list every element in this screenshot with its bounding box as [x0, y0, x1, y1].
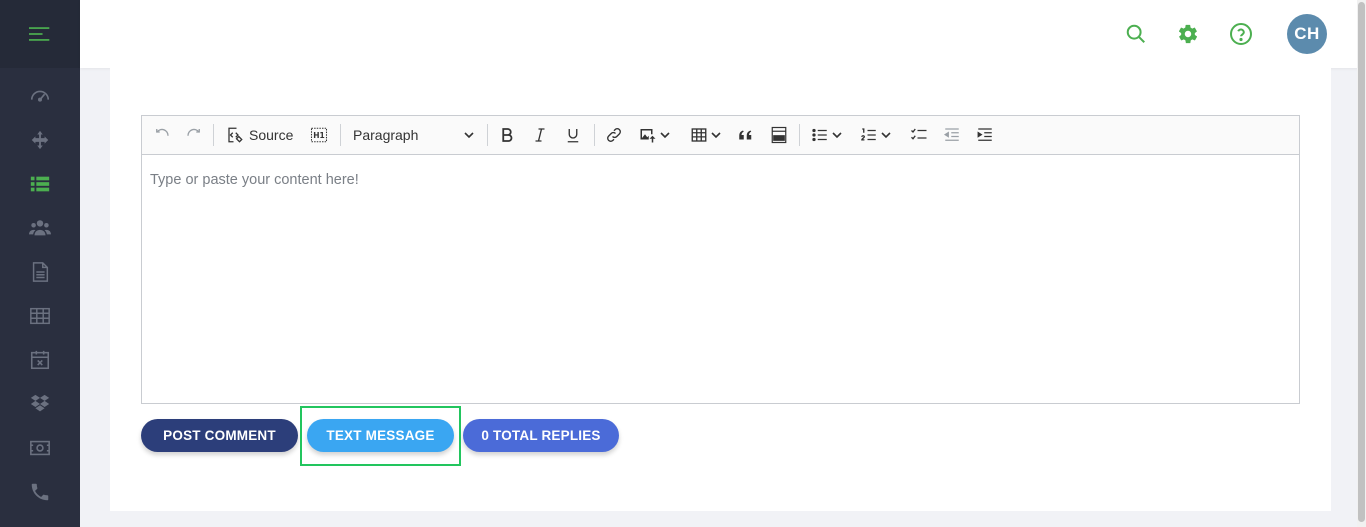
numbered-list-button[interactable] — [856, 123, 896, 147]
editor-placeholder: Type or paste your content here! — [150, 172, 359, 188]
gear-icon — [1178, 24, 1198, 44]
menu-icon — [29, 27, 50, 41]
toolbar-separator — [213, 124, 214, 146]
bold-icon — [502, 128, 513, 142]
top-header: CH — [80, 0, 1366, 68]
page-scrollbar[interactable] — [1357, 0, 1366, 527]
redo-button[interactable] — [182, 123, 206, 147]
selection-highlight — [300, 406, 461, 466]
sidebar-item-dashboard[interactable] — [0, 76, 80, 116]
dropbox-icon — [30, 394, 50, 412]
search-icon — [1126, 24, 1145, 43]
heading-label: H1 — [313, 131, 325, 140]
table-icon — [691, 128, 707, 142]
todo-list-button[interactable] — [908, 123, 930, 147]
editor-toolbar: Source H1 Paragraph — [142, 116, 1299, 155]
toolbar-separator — [594, 124, 595, 146]
paragraph-label: Paragraph — [353, 127, 419, 143]
speedometer-icon — [30, 90, 50, 102]
image-upload-icon — [640, 129, 656, 143]
chevron-down-icon — [660, 132, 670, 139]
image-upload-button[interactable] — [635, 123, 675, 147]
source-button[interactable]: Source — [226, 123, 298, 147]
move-icon — [31, 130, 49, 150]
sidebar-item-list[interactable] — [0, 164, 80, 204]
italic-icon — [535, 128, 545, 142]
sidebar-item-calendar[interactable] — [0, 340, 80, 380]
source-label: Source — [249, 127, 294, 143]
chevron-down-icon — [711, 132, 721, 139]
sidebar-item-money[interactable] — [0, 428, 80, 468]
quote-icon — [739, 130, 752, 140]
help-icon — [1230, 23, 1252, 45]
sidebar-item-documents[interactable] — [0, 252, 80, 292]
post-comment-button[interactable]: POST COMMENT — [141, 419, 298, 452]
html-embed-icon — [771, 126, 787, 144]
rich-text-editor: Source H1 Paragraph Type or paste your c… — [141, 115, 1300, 404]
settings-button[interactable] — [1174, 20, 1202, 48]
bulleted-list-icon — [812, 128, 827, 142]
avatar[interactable]: CH — [1287, 14, 1327, 54]
numbered-list-icon — [861, 128, 876, 141]
paragraph-dropdown[interactable]: Paragraph — [349, 123, 479, 147]
bold-button[interactable] — [496, 123, 518, 147]
money-icon — [30, 440, 50, 456]
toolbar-separator — [487, 124, 488, 146]
phone-icon — [31, 483, 49, 501]
undo-icon — [156, 128, 169, 136]
sidebar-item-table[interactable] — [0, 296, 80, 336]
total-replies-button[interactable]: 0 TOTAL REPLIES — [463, 419, 619, 452]
menu-toggle[interactable] — [0, 0, 80, 68]
calendar-x-icon — [30, 350, 50, 370]
document-icon — [32, 262, 49, 282]
redo-icon — [187, 128, 200, 136]
sidebar — [0, 0, 80, 527]
sidebar-item-dropbox[interactable] — [0, 384, 80, 424]
underline-button[interactable] — [562, 123, 584, 147]
link-button[interactable] — [603, 123, 625, 147]
todo-list-icon — [911, 128, 927, 140]
table-icon — [30, 307, 50, 325]
undo-button[interactable] — [150, 123, 174, 147]
source-icon — [228, 127, 243, 143]
sidebar-item-phone[interactable] — [0, 472, 80, 512]
heading-icon: H1 — [310, 127, 328, 143]
users-icon — [29, 220, 51, 236]
toolbar-separator — [799, 124, 800, 146]
editor-content-area[interactable]: Type or paste your content here! — [142, 155, 1299, 404]
chevron-down-icon — [464, 132, 474, 139]
heading-button[interactable]: H1 — [308, 123, 330, 147]
link-icon — [607, 128, 621, 142]
list-icon — [30, 176, 50, 192]
sidebar-item-users[interactable] — [0, 208, 80, 248]
indent-icon — [977, 128, 992, 141]
chevron-down-icon — [832, 132, 842, 139]
indent-button[interactable] — [974, 123, 996, 147]
blockquote-button[interactable] — [735, 123, 757, 147]
table-insert-button[interactable] — [687, 123, 725, 147]
italic-button[interactable] — [529, 123, 551, 147]
scrollbar-thumb[interactable] — [1358, 2, 1365, 522]
search-button[interactable] — [1122, 20, 1150, 48]
underline-icon — [567, 129, 579, 143]
bulleted-list-button[interactable] — [807, 123, 847, 147]
sidebar-item-directions[interactable] — [0, 120, 80, 160]
html-embed-button[interactable] — [767, 123, 791, 147]
outdent-button[interactable] — [941, 123, 963, 147]
toolbar-separator — [340, 124, 341, 146]
help-button[interactable] — [1227, 20, 1255, 48]
outdent-icon — [943, 128, 959, 141]
chevron-down-icon — [881, 132, 891, 139]
